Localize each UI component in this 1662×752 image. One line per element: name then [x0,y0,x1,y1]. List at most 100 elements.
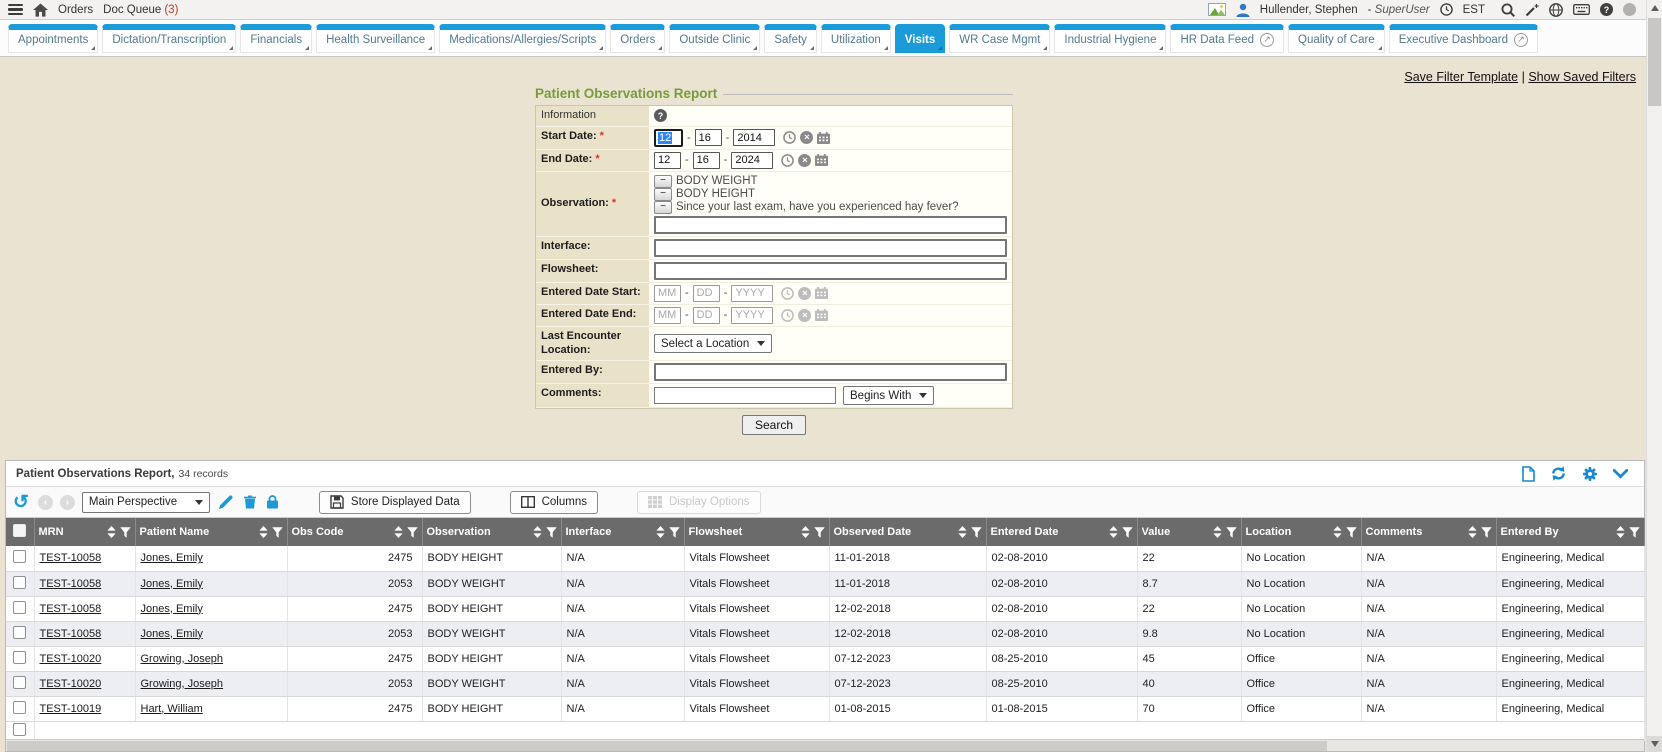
patient-name-link[interactable]: Hart, William [141,703,203,715]
external-link-icon[interactable]: ↗ [1514,33,1528,47]
export-document-icon[interactable] [1522,466,1535,482]
tab-executive-dashboard[interactable]: Executive Dashboard↗ [1389,24,1538,53]
scroll-up-arrow[interactable] [1647,0,1662,16]
row-checkbox[interactable] [13,550,26,563]
start-date-month-input[interactable]: 12 [654,129,683,147]
save-filter-template-link[interactable]: Save Filter Template [1404,70,1518,84]
flowsheet-input[interactable] [654,262,1007,280]
column-header-comments[interactable]: Comments [1361,518,1496,546]
tab-orders[interactable]: Orders [610,24,665,53]
mrn-link[interactable]: TEST-10020 [40,678,102,690]
column-header-value[interactable]: Value [1137,518,1241,546]
filter-icon[interactable] [814,527,825,538]
entered-date-end-day-input[interactable] [693,307,720,324]
row-checkbox[interactable] [13,723,26,736]
globe-icon[interactable] [1549,3,1563,17]
column-header-entered-date[interactable]: Entered Date [986,518,1137,546]
time-icon[interactable] [783,131,796,144]
time-icon[interactable] [781,154,794,167]
calendar-icon[interactable] [815,287,828,299]
column-header-patient-name[interactable]: Patient Name [135,518,287,546]
clear-date-icon[interactable]: × [798,287,811,300]
tab-hr-data-feed[interactable]: HR Data Feed↗ [1170,24,1284,53]
search-button[interactable]: Search [742,415,806,435]
column-header-mrn[interactable]: MRN [34,518,135,546]
columns-button[interactable]: Columns [510,491,598,514]
column-header-location[interactable]: Location [1241,518,1361,546]
calendar-icon[interactable] [817,132,830,144]
remove-observation-button[interactable]: − [654,201,672,214]
calendar-icon[interactable] [815,309,828,321]
sort-icon[interactable] [801,526,810,538]
vertical-scrollbar-thumb[interactable] [1648,18,1661,106]
filter-icon[interactable] [971,527,982,538]
clear-date-icon[interactable]: × [798,154,811,167]
lock-icon[interactable] [267,495,278,509]
tab-dictation-transcription[interactable]: Dictation/Transcription [102,24,236,53]
mrn-link[interactable]: TEST-10019 [40,703,102,715]
filter-icon[interactable] [1481,527,1492,538]
patient-name-link[interactable]: Jones, Emily [141,603,203,615]
row-checkbox[interactable] [13,651,26,664]
filter-icon[interactable] [1122,527,1133,538]
row-checkbox[interactable] [13,576,26,589]
sort-icon[interactable] [1468,526,1477,538]
calendar-icon[interactable] [815,154,828,166]
show-saved-filters-link[interactable]: Show Saved Filters [1528,70,1636,84]
entered-date-end-month-input[interactable] [654,307,681,324]
interface-input[interactable] [654,239,1007,257]
end-date-month-input[interactable] [654,152,681,169]
entered-date-start-year-input[interactable] [731,285,773,302]
refresh-icon[interactable] [1550,466,1567,481]
patient-name-link[interactable]: Jones, Emily [141,552,203,564]
sort-icon[interactable] [1109,526,1118,538]
tab-outside-clinic[interactable]: Outside Clinic [669,24,760,53]
tab-appointments[interactable]: Appointments [8,24,98,53]
select-all-checkbox[interactable] [13,524,26,537]
patient-name-link[interactable]: Jones, Emily [141,578,203,590]
store-displayed-data-button[interactable]: Store Displayed Data [319,491,471,514]
tab-visits[interactable]: Visits [895,24,945,53]
help-icon[interactable]: ? [1600,3,1613,16]
wand-icon[interactable] [1525,3,1539,17]
comments-match-select[interactable]: Begins With [843,386,934,405]
sort-icon[interactable] [107,526,116,538]
sort-icon[interactable] [1616,526,1625,538]
sort-icon[interactable] [533,526,542,538]
column-header-observation[interactable]: Observation [422,518,561,546]
filter-icon[interactable] [1226,527,1237,538]
tab-health-surveillance[interactable]: Health Surveillance [316,24,435,53]
menu-icon[interactable] [8,4,23,16]
clear-date-icon[interactable]: × [798,309,811,322]
row-checkbox[interactable] [13,701,26,714]
external-link-icon[interactable]: ↗ [1260,33,1274,47]
keyboard-icon[interactable] [1573,4,1590,15]
entered-date-end-year-input[interactable] [731,307,773,324]
column-header-obs-code[interactable]: Obs Code [287,518,422,546]
observation-filter-input[interactable] [654,216,1007,234]
tab-wr-case-mgmt[interactable]: WR Case Mgmt [949,24,1050,53]
sort-icon[interactable] [656,526,665,538]
scroll-down-arrow[interactable] [1647,736,1662,752]
mrn-link[interactable]: TEST-10020 [40,653,102,665]
vertical-scrollbar[interactable] [1646,0,1662,752]
column-header-interface[interactable]: Interface [561,518,684,546]
filter-icon[interactable] [272,527,283,538]
start-date-year-input[interactable] [733,129,775,146]
end-date-year-input[interactable] [731,152,773,169]
photo-icon[interactable] [1208,3,1226,16]
tab-quality-of-care[interactable]: Quality of Care [1288,24,1385,53]
information-help-icon[interactable]: ? [654,109,667,122]
patient-name-link[interactable]: Jones, Emily [141,628,203,640]
remove-observation-button[interactable]: − [654,175,672,188]
mrn-link[interactable]: TEST-10058 [40,552,102,564]
tab-medications-allergies-scripts[interactable]: Medications/Allergies/Scripts [439,24,606,53]
tab-industrial-hygiene[interactable]: Industrial Hygiene [1054,24,1166,53]
patient-name-link[interactable]: Growing, Joseph [141,653,224,665]
time-icon[interactable] [781,287,794,300]
column-header-flowsheet[interactable]: Flowsheet [684,518,829,546]
row-checkbox[interactable] [13,601,26,614]
time-icon[interactable] [781,309,794,322]
sort-icon[interactable] [1213,526,1222,538]
end-date-day-input[interactable] [693,152,720,169]
